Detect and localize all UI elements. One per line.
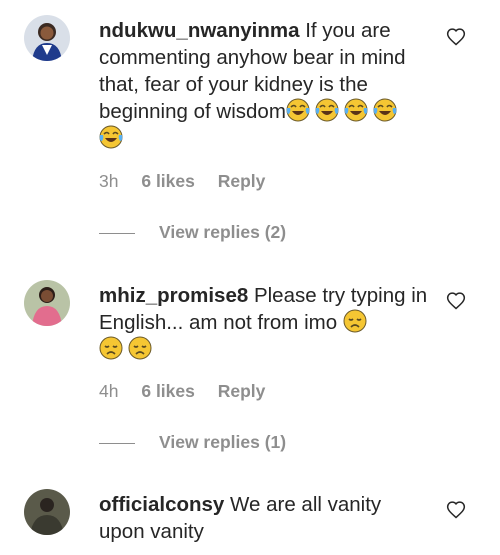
tears-of-joy-emoji-icon bbox=[315, 98, 339, 122]
tears-of-joy-emoji-icon bbox=[344, 98, 368, 122]
comment-body: ndukwu_nwanyinma If you are commenting a… bbox=[99, 17, 429, 152]
like-heart-icon[interactable] bbox=[446, 291, 466, 311]
comment-username[interactable]: ndukwu_nwanyinma bbox=[99, 19, 299, 42]
comment-username[interactable]: officialconsy bbox=[99, 493, 224, 516]
like-heart-icon[interactable] bbox=[446, 27, 466, 47]
reply-button[interactable]: Reply bbox=[218, 381, 266, 401]
divider-line bbox=[99, 442, 135, 444]
like-heart-icon[interactable] bbox=[446, 500, 466, 520]
tears-of-joy-emoji-icon bbox=[373, 98, 397, 122]
comment-timestamp: 3h bbox=[99, 171, 119, 191]
tears-of-joy-emoji-icon bbox=[286, 98, 310, 122]
avatar[interactable] bbox=[24, 15, 70, 61]
disappointed-face-emoji-icon bbox=[343, 309, 367, 333]
comment-body: mhiz_promise8 Please try typing in Engli… bbox=[99, 282, 429, 363]
view-replies-button[interactable]: View replies (2) bbox=[99, 222, 286, 243]
comment-body: officialconsy We are all vanity upon van… bbox=[99, 491, 429, 545]
comment-timestamp: 4h bbox=[99, 381, 119, 401]
likes-count-button[interactable]: 6 likes bbox=[141, 171, 195, 191]
divider-line bbox=[99, 232, 135, 234]
comment-username[interactable]: mhiz_promise8 bbox=[99, 284, 248, 307]
disappointed-face-emoji-icon bbox=[128, 336, 152, 360]
disappointed-face-emoji-icon bbox=[99, 336, 123, 360]
comment-meta: 3h 6 likes Reply bbox=[99, 171, 283, 192]
avatar[interactable] bbox=[24, 489, 70, 535]
avatar[interactable] bbox=[24, 280, 70, 326]
likes-count-button[interactable]: 6 likes bbox=[141, 381, 195, 401]
comment-meta: 4h 6 likes Reply bbox=[99, 381, 283, 402]
view-replies-label: View replies (2) bbox=[159, 222, 287, 242]
view-replies-label: View replies (1) bbox=[159, 432, 287, 452]
view-replies-button[interactable]: View replies (1) bbox=[99, 432, 286, 453]
tears-of-joy-emoji-icon bbox=[99, 125, 123, 149]
reply-button[interactable]: Reply bbox=[218, 171, 266, 191]
